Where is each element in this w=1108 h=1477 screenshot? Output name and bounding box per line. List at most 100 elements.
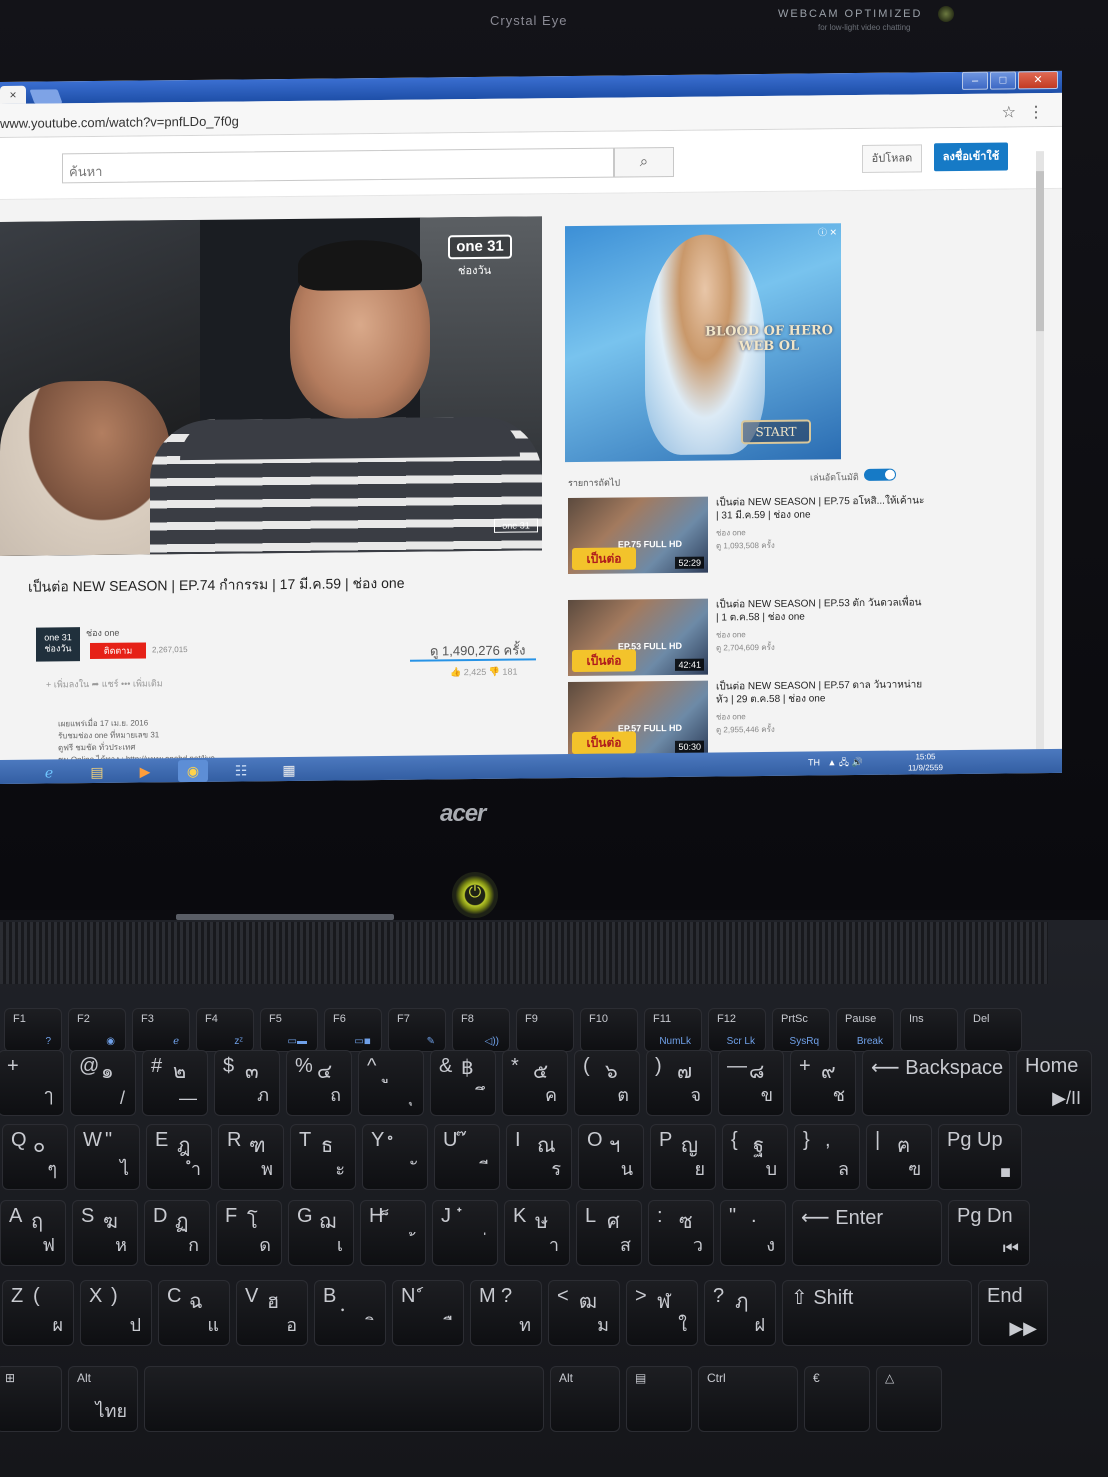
subscribe-button[interactable]: ติดตาม bbox=[90, 642, 146, 660]
key[interactable]: Gฌเ bbox=[288, 1200, 354, 1266]
video-thumbnail[interactable]: EP.75 FULL HD เป็นต่อ 52:29 bbox=[568, 496, 708, 575]
autoplay-toggle[interactable] bbox=[864, 468, 896, 481]
key[interactable]: Fโด bbox=[216, 1200, 282, 1266]
key[interactable]: F12 Scr Lk bbox=[708, 1008, 766, 1052]
key[interactable]: | ฅฃ bbox=[866, 1124, 932, 1190]
key[interactable]: △ bbox=[876, 1366, 942, 1432]
key[interactable]: &฿ึ bbox=[430, 1050, 496, 1116]
key[interactable]: W " ไ bbox=[74, 1124, 140, 1190]
key[interactable]: F11 NumLk bbox=[644, 1008, 702, 1052]
key[interactable] bbox=[144, 1366, 544, 1432]
channel-name[interactable]: ช่อง one bbox=[86, 626, 119, 640]
notepad-icon[interactable]: ▦ bbox=[274, 759, 304, 781]
key[interactable]: > ฬใ bbox=[626, 1280, 698, 1346]
key[interactable]: ⊞ bbox=[0, 1366, 62, 1432]
key[interactable]: Lศส bbox=[576, 1200, 642, 1266]
key[interactable]: Eฎำ bbox=[146, 1124, 212, 1190]
app-icon[interactable]: ☷ bbox=[226, 759, 256, 781]
key[interactable]: Home ▶/II bbox=[1016, 1050, 1092, 1116]
key[interactable]: {ฐบ bbox=[722, 1124, 788, 1190]
video-player[interactable]: one 31 ช่องวัน one 31 bbox=[0, 216, 542, 556]
key[interactable]: Q๐ๆ bbox=[2, 1124, 68, 1190]
key[interactable]: (๖ต bbox=[574, 1050, 640, 1116]
key[interactable]: PrtSc SysRq bbox=[772, 1008, 830, 1052]
key[interactable]: € bbox=[804, 1366, 870, 1432]
related-title[interactable]: เป็นต่อ NEW SEASON | EP.53 ตัก วันดวลเพื… bbox=[716, 596, 926, 624]
key[interactable]: * ๕ค bbox=[502, 1050, 568, 1116]
key[interactable]: Z (ผ bbox=[2, 1280, 74, 1346]
key[interactable]: N์ื bbox=[392, 1280, 464, 1346]
key[interactable]: ? ฦฝ bbox=[704, 1280, 776, 1346]
key[interactable]: Kษา bbox=[504, 1200, 570, 1266]
video-thumbnail[interactable]: EP.53 FULL HD เป็นต่อ 42:41 bbox=[568, 598, 708, 677]
key[interactable]: X) ป bbox=[80, 1280, 152, 1346]
key[interactable]: U๊ี bbox=[434, 1124, 500, 1190]
key[interactable]: F4 zᶻ bbox=[196, 1008, 254, 1052]
url-field[interactable]: www.youtube.com/watch?v=pnfLDo_7f0g bbox=[0, 113, 239, 131]
video-actions[interactable]: + เพิ่มลงใน ➦ แชร์ ••• เพิ่มเติม bbox=[46, 676, 163, 691]
page-scrollbar[interactable] bbox=[1036, 151, 1044, 752]
browser-menu-icon[interactable]: ⋮ bbox=[1028, 102, 1044, 122]
key[interactable]: < ฒม bbox=[548, 1280, 620, 1346]
key[interactable]: F7 ✎ bbox=[388, 1008, 446, 1052]
key[interactable]: ⟵ Backspace bbox=[862, 1050, 1010, 1116]
key[interactable]: F10 bbox=[580, 1008, 638, 1052]
like-dislike-buttons[interactable]: 👍 2,425 👎 181 bbox=[450, 667, 517, 679]
key[interactable]: Pause Break bbox=[836, 1008, 894, 1052]
key[interactable]: +๙ช bbox=[790, 1050, 856, 1116]
video-thumbnail[interactable]: EP.57 FULL HD เป็นต่อ 50:30 bbox=[568, 680, 708, 759]
key[interactable]: Rฑพ bbox=[218, 1124, 284, 1190]
key[interactable]: Pg Up ■ bbox=[938, 1124, 1022, 1190]
system-clock[interactable]: 15:05 11/9/2559 bbox=[908, 751, 943, 773]
ad-start-button[interactable]: START bbox=[741, 419, 811, 445]
key[interactable]: Alt bbox=[550, 1366, 620, 1432]
ie-icon[interactable]: ℯ bbox=[34, 761, 64, 783]
key[interactable]: Ins bbox=[900, 1008, 958, 1052]
maximize-button[interactable]: □ bbox=[990, 71, 1016, 90]
key[interactable]: $๓ภ bbox=[214, 1050, 280, 1116]
key[interactable]: J๋่ bbox=[432, 1200, 498, 1266]
key[interactable]: #๒ — bbox=[142, 1050, 208, 1116]
key[interactable]: Oฯน bbox=[578, 1124, 644, 1190]
key[interactable]: Del bbox=[964, 1008, 1022, 1052]
key[interactable]: F2 ◉ bbox=[68, 1008, 126, 1052]
key[interactable]: F3 ℯ bbox=[132, 1008, 190, 1052]
sidebar-ad[interactable]: BLOOD OF HERO WEB OL START ⓘ ✕ bbox=[565, 223, 841, 463]
key[interactable]: Vฮอ bbox=[236, 1280, 308, 1346]
key[interactable]: M? ท bbox=[470, 1280, 542, 1346]
scrollbar-thumb[interactable] bbox=[1036, 171, 1044, 332]
key[interactable]: F8 ◁)) bbox=[452, 1008, 510, 1052]
key[interactable]: }, ล bbox=[794, 1124, 860, 1190]
key[interactable]: ⇧ Shift bbox=[782, 1280, 972, 1346]
key[interactable]: F5 ▭▬ bbox=[260, 1008, 318, 1052]
key[interactable]: Iณร bbox=[506, 1124, 572, 1190]
key[interactable]: ▤ bbox=[626, 1366, 692, 1432]
key[interactable]: —๘ข bbox=[718, 1050, 784, 1116]
sign-in-button[interactable]: ลงชื่อเข้าใช้ bbox=[934, 142, 1008, 172]
close-window-button[interactable]: ✕ bbox=[1018, 70, 1058, 90]
key[interactable]: ^ูุ bbox=[358, 1050, 424, 1116]
ad-close-icon[interactable]: ⓘ ✕ bbox=[818, 225, 837, 238]
key[interactable]: End ▶▶ bbox=[978, 1280, 1048, 1346]
key[interactable]: ⟵ Enter bbox=[792, 1200, 942, 1266]
bookmark-star-icon[interactable]: ☆ bbox=[1002, 102, 1016, 122]
key[interactable]: Bฺิ bbox=[314, 1280, 386, 1346]
key[interactable]: ". ง bbox=[720, 1200, 786, 1266]
key[interactable]: @๑/ bbox=[70, 1050, 136, 1116]
key[interactable]: Pg Dn ⏮ bbox=[948, 1200, 1030, 1266]
key[interactable]: Pญย bbox=[650, 1124, 716, 1190]
key[interactable]: Dฏก bbox=[144, 1200, 210, 1266]
key[interactable]: Sฆห bbox=[72, 1200, 138, 1266]
browser-tab[interactable]: × bbox=[0, 85, 26, 104]
chrome-icon[interactable]: ◉ bbox=[178, 759, 208, 783]
minimize-button[interactable]: – bbox=[962, 71, 988, 90]
key[interactable]: Alt ไทย bbox=[68, 1366, 138, 1432]
tray-icons[interactable]: ▲ 🖧 🔊 bbox=[828, 757, 863, 767]
search-input[interactable]: ค้นหา bbox=[62, 147, 614, 184]
key[interactable]: Aฤฟ bbox=[0, 1200, 66, 1266]
key[interactable]: F9 bbox=[516, 1008, 574, 1052]
search-button[interactable]: ⌕ bbox=[614, 146, 674, 178]
related-video[interactable]: EP.53 FULL HD เป็นต่อ 42:41 เป็นต่อ NEW … bbox=[568, 596, 928, 678]
explorer-icon[interactable]: ▤ bbox=[82, 761, 112, 783]
new-tab-button[interactable] bbox=[29, 89, 63, 104]
